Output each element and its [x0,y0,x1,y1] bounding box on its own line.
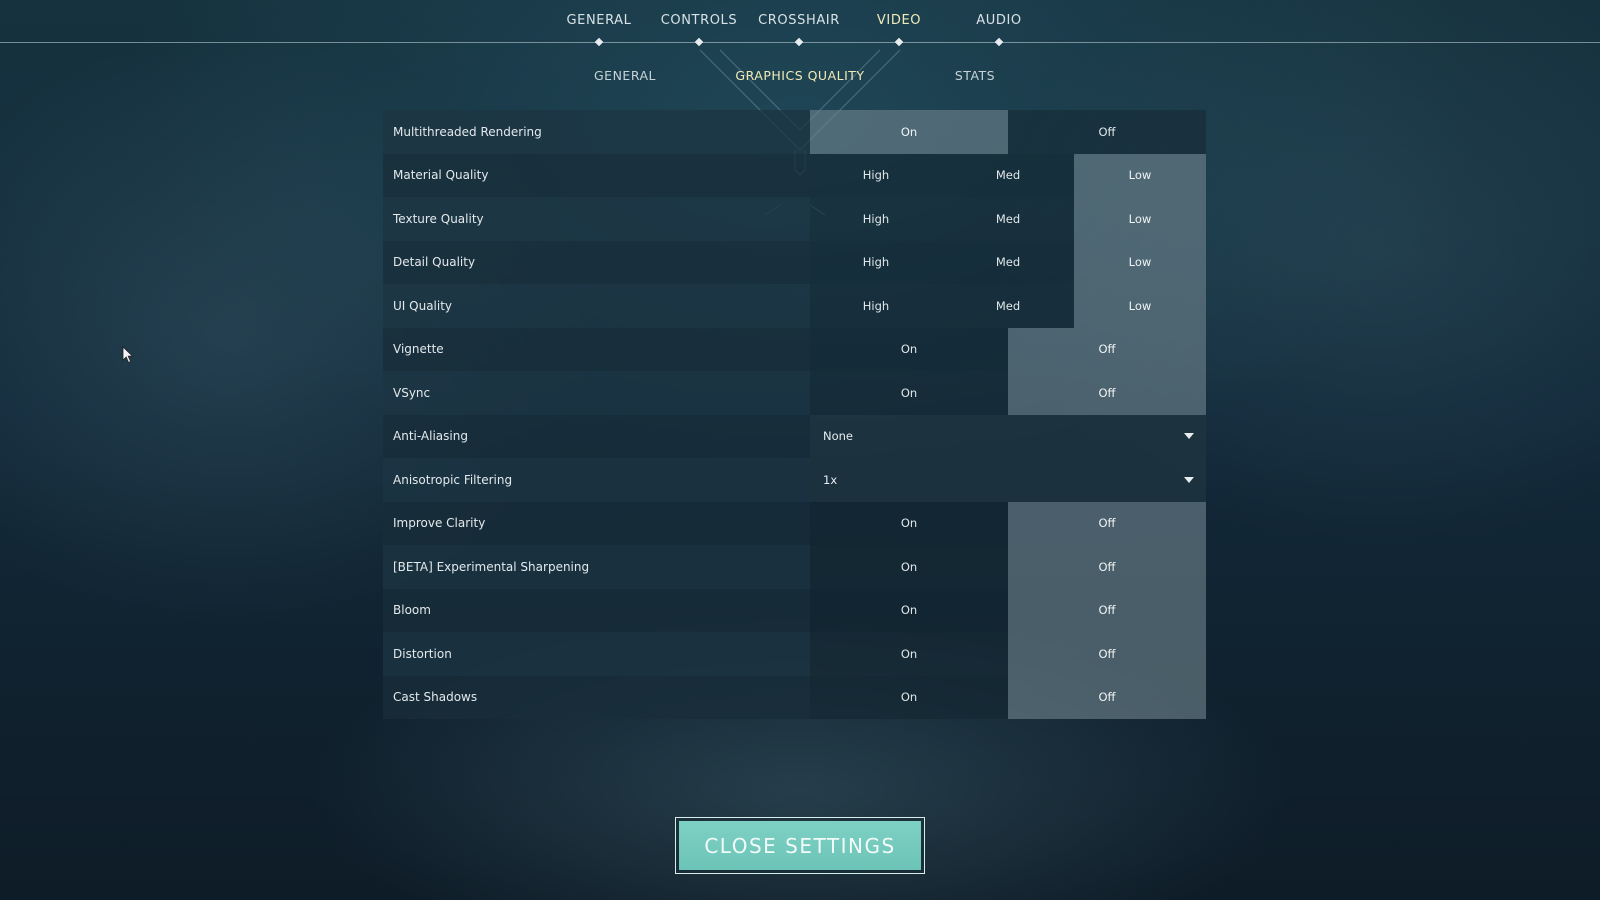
setting-options: High Med Low [810,153,1206,197]
setting-options: On Off [810,110,1206,154]
setting-row-anti-aliasing: Anti-Aliasing None [383,414,1206,458]
setting-row-distortion: Distortion On Off [383,632,1206,676]
option-off[interactable]: Off [1008,632,1206,676]
tab-crosshair-diamond-icon [794,37,804,47]
setting-row-texture-quality: Texture Quality High Med Low [383,197,1206,241]
anti-aliasing-dropdown[interactable]: None [810,414,1206,458]
option-off[interactable]: Off [1008,327,1206,371]
setting-label: Detail Quality [383,240,810,284]
setting-row-vsync: VSync On Off [383,371,1206,415]
setting-row-multithreaded-rendering: Multithreaded Rendering On Off [383,110,1206,154]
mouse-pointer-icon [122,346,134,364]
option-off[interactable]: Off [1008,545,1206,589]
tab-video[interactable]: VIDEO [844,13,954,33]
setting-label: Distortion [383,632,810,676]
option-high[interactable]: High [810,240,942,284]
graphics-settings-panel: Multithreaded Rendering On Off Material … [383,110,1206,719]
setting-options: On Off [810,501,1206,545]
close-settings-label: CLOSE SETTINGS [679,821,921,870]
setting-row-improve-clarity: Improve Clarity On Off [383,501,1206,545]
setting-options: High Med Low [810,240,1206,284]
subtab-general[interactable]: GENERAL [540,68,710,83]
option-med[interactable]: Med [942,240,1074,284]
setting-row-material-quality: Material Quality High Med Low [383,153,1206,197]
setting-label: Anisotropic Filtering [383,458,810,502]
setting-row-detail-quality: Detail Quality High Med Low [383,240,1206,284]
option-off[interactable]: Off [1008,110,1206,154]
option-on[interactable]: On [810,588,1008,632]
anisotropic-filtering-dropdown[interactable]: 1x [810,458,1206,502]
option-on[interactable]: On [810,632,1008,676]
setting-label: Multithreaded Rendering [383,110,810,154]
option-off[interactable]: Off [1008,588,1206,632]
option-high[interactable]: High [810,153,942,197]
close-settings-button[interactable]: CLOSE SETTINGS [675,817,925,874]
setting-options: On Off [810,632,1206,676]
setting-options: On Off [810,675,1206,719]
tab-general[interactable]: GENERAL [544,13,654,33]
setting-label: Vignette [383,327,810,371]
setting-row-anisotropic-filtering: Anisotropic Filtering 1x [383,458,1206,502]
option-on[interactable]: On [810,675,1008,719]
setting-row-experimental-sharpening: [BETA] Experimental Sharpening On Off [383,545,1206,589]
option-low[interactable]: Low [1074,153,1206,197]
tab-video-diamond-icon [894,37,904,47]
option-off[interactable]: Off [1008,371,1206,415]
setting-row-bloom: Bloom On Off [383,588,1206,632]
setting-label: UI Quality [383,284,810,328]
chevron-down-icon [1184,476,1194,483]
setting-options: High Med Low [810,197,1206,241]
option-high[interactable]: High [810,284,942,328]
option-on[interactable]: On [810,545,1008,589]
option-med[interactable]: Med [942,197,1074,241]
subtab-stats[interactable]: STATS [890,68,1060,83]
setting-label: Anti-Aliasing [383,414,810,458]
setting-options: On Off [810,545,1206,589]
tab-general-diamond-icon [594,37,604,47]
setting-label: Bloom [383,588,810,632]
setting-label: [BETA] Experimental Sharpening [383,545,810,589]
setting-options: On Off [810,371,1206,415]
setting-options: On Off [810,588,1206,632]
setting-label: Improve Clarity [383,501,810,545]
subtab-graphics-quality[interactable]: GRAPHICS QUALITY [715,68,885,83]
option-low[interactable]: Low [1074,284,1206,328]
setting-row-cast-shadows: Cast Shadows On Off [383,675,1206,719]
setting-label: Texture Quality [383,197,810,241]
tab-controls[interactable]: CONTROLS [644,13,754,33]
option-off[interactable]: Off [1008,675,1206,719]
tab-controls-diamond-icon [694,37,704,47]
tab-audio-diamond-icon [994,37,1004,47]
option-low[interactable]: Low [1074,197,1206,241]
setting-label: Material Quality [383,153,810,197]
setting-options: High Med Low [810,284,1206,328]
dropdown-value: None [823,429,854,444]
option-on[interactable]: On [810,501,1008,545]
option-low[interactable]: Low [1074,240,1206,284]
option-on[interactable]: On [810,371,1008,415]
chevron-down-icon [1184,433,1194,440]
option-off[interactable]: Off [1008,501,1206,545]
option-on[interactable]: On [810,327,1008,371]
setting-options: On Off [810,327,1206,371]
option-med[interactable]: Med [942,284,1074,328]
tab-audio[interactable]: AUDIO [944,13,1054,33]
dropdown-value: 1x [823,472,838,487]
setting-label: Cast Shadows [383,675,810,719]
setting-row-ui-quality: UI Quality High Med Low [383,284,1206,328]
setting-row-vignette: Vignette On Off [383,327,1206,371]
option-high[interactable]: High [810,197,942,241]
option-on[interactable]: On [810,110,1008,154]
option-med[interactable]: Med [942,153,1074,197]
setting-label: VSync [383,371,810,415]
tab-crosshair[interactable]: CROSSHAIR [744,13,854,33]
